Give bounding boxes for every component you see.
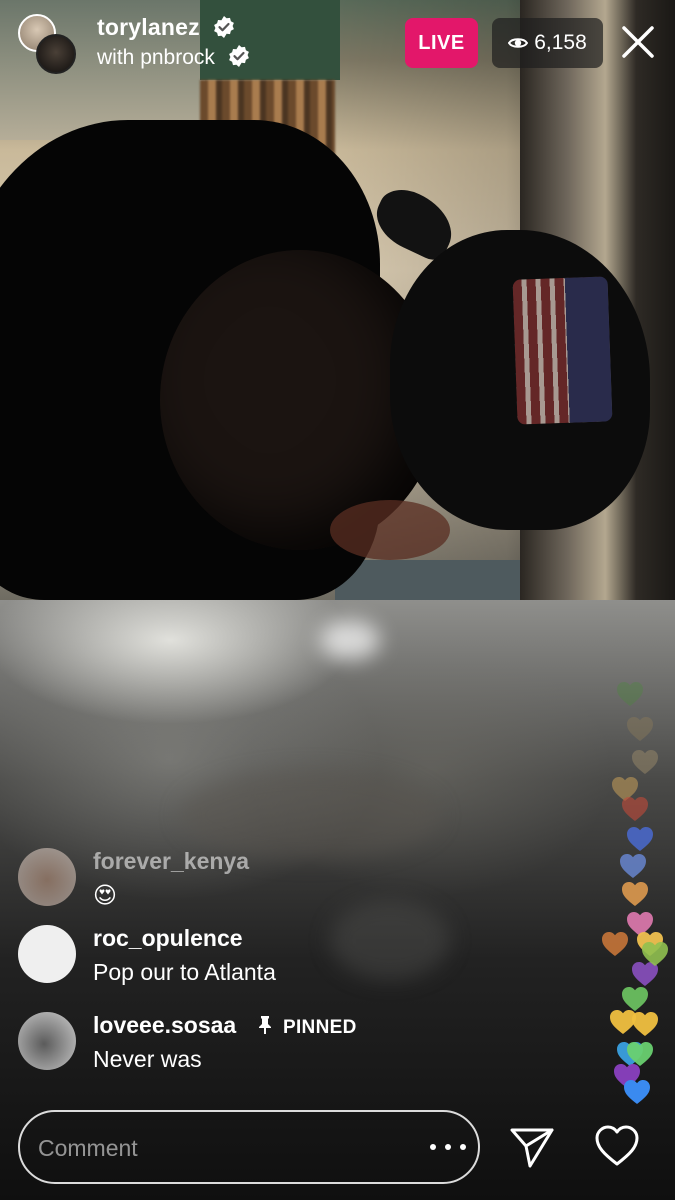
guest-avatar[interactable] — [36, 34, 76, 74]
comment-username[interactable]: roc_opulence — [93, 925, 243, 952]
floating-heart-icon — [627, 1042, 653, 1066]
comment-text: Pop our to Atlanta — [93, 959, 276, 985]
floating-heart-icon — [617, 682, 643, 706]
floating-heart-icon — [642, 942, 668, 966]
background-floor — [335, 560, 520, 600]
comment-username-row: loveee.sosaa PINNED — [93, 1012, 357, 1039]
commenter-avatar[interactable] — [18, 848, 76, 906]
host-video-feed — [0, 0, 675, 600]
floating-heart-icon — [624, 1080, 650, 1104]
pin-icon — [258, 1016, 271, 1034]
eye-icon — [508, 38, 529, 48]
comment-input[interactable]: Comment — [18, 1110, 480, 1184]
send-icon[interactable] — [508, 1124, 556, 1170]
comment-item[interactable]: forever_kenya 😍 — [18, 848, 318, 910]
comment-item[interactable]: roc_opulence Pop our to Atlanta — [18, 925, 338, 987]
floating-heart-icon — [602, 932, 628, 956]
close-icon[interactable] — [616, 20, 660, 64]
guest-username: pnbrock — [140, 46, 215, 69]
dot — [460, 1144, 466, 1150]
dot — [430, 1144, 436, 1150]
blurred-shape — [180, 770, 440, 860]
viewer-count-text: 6,158 — [534, 31, 587, 54]
guest-prefix: with — [97, 46, 135, 69]
heart-icon[interactable] — [594, 1124, 640, 1168]
flag-patch — [512, 276, 613, 425]
light-glare — [320, 620, 380, 660]
floating-heart-icon — [620, 854, 646, 878]
comment-username[interactable]: forever_kenya — [93, 848, 249, 875]
comment-placeholder: Comment — [38, 1135, 138, 1161]
floating-heart-icon — [622, 882, 648, 906]
pinned-label: PINNED — [283, 1017, 357, 1038]
verified-badge-icon — [214, 16, 235, 38]
floating-heart-icon — [632, 1012, 658, 1036]
comment-text: 😍 — [93, 882, 117, 908]
comment-username[interactable]: loveee.sosaa — [93, 1012, 236, 1038]
pinned-comment-item[interactable]: loveee.sosaa PINNED Never was — [18, 1012, 398, 1074]
comment-text: Never was — [93, 1046, 202, 1072]
commenter-avatar[interactable] — [18, 1012, 76, 1070]
host-username-text: torylanez — [97, 14, 200, 40]
guest-line[interactable]: with pnbrock — [97, 44, 251, 70]
floating-heart-icon — [622, 797, 648, 821]
live-badge: LIVE — [405, 18, 478, 68]
host-username[interactable]: torylanez — [97, 14, 236, 41]
live-header: torylanez with pnbrock LIVE 6,158 — [0, 0, 675, 90]
blurred-shape — [330, 900, 450, 980]
host-hand — [330, 500, 450, 560]
more-dots-icon[interactable] — [430, 1132, 466, 1162]
verified-badge-icon — [228, 45, 249, 67]
floating-heart-icon — [627, 827, 653, 851]
floating-heart-icon — [627, 717, 653, 741]
floating-heart-icon — [632, 750, 658, 774]
dot — [445, 1144, 451, 1150]
commenter-avatar[interactable] — [18, 925, 76, 983]
viewer-count[interactable]: 6,158 — [492, 18, 603, 68]
